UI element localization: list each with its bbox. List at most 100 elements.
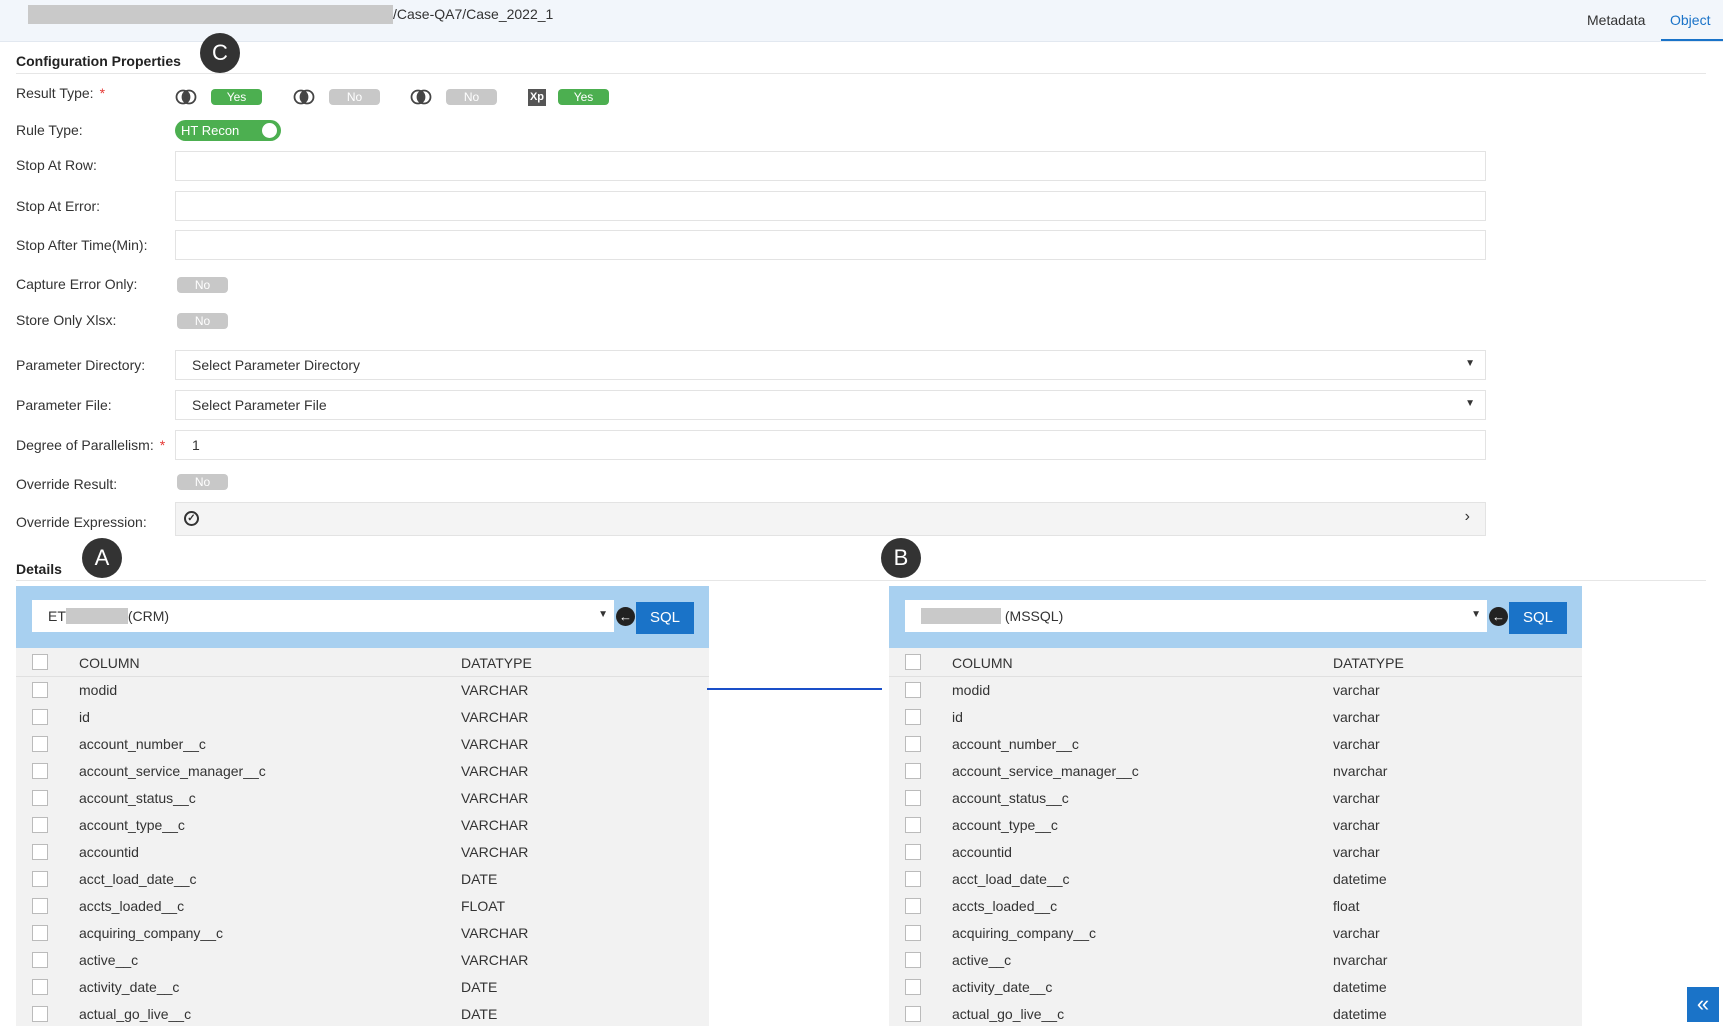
xp-icon[interactable]: Xp [528, 89, 546, 106]
datatype-cell: VARCHAR [461, 709, 529, 725]
row-checkbox[interactable] [905, 979, 921, 995]
result-type-toggle-2[interactable]: No [329, 89, 380, 105]
result-type-toggle-1[interactable]: Yes [211, 89, 262, 105]
chevron-right-icon[interactable]: › [1465, 508, 1470, 526]
source-select-right[interactable]: (MSSQL) ▼ [905, 600, 1487, 632]
table-row[interactable]: active__c VARCHAR [16, 947, 709, 974]
table-row[interactable]: activity_date__c datetime [889, 974, 1582, 1001]
table-row[interactable]: account_type__c VARCHAR [16, 812, 709, 839]
sql-button-left[interactable]: SQL [636, 602, 694, 634]
table-row[interactable]: accts_loaded__c float [889, 893, 1582, 920]
table-row[interactable]: modid varchar [889, 677, 1582, 704]
parameter-file-select[interactable]: Select Parameter File ▼ [175, 390, 1486, 420]
table-row[interactable]: modid VARCHAR [16, 677, 709, 704]
row-checkbox[interactable] [32, 790, 48, 806]
tab-metadata[interactable]: Metadata [1587, 12, 1645, 28]
row-checkbox[interactable] [32, 871, 48, 887]
overlap-circles-icon[interactable] [175, 89, 197, 105]
datatype-cell: VARCHAR [461, 952, 529, 968]
result-type-toggle-4[interactable]: Yes [558, 89, 609, 105]
row-checkbox[interactable] [32, 709, 48, 725]
row-checkbox[interactable] [905, 709, 921, 725]
arrow-left-circle-icon[interactable]: ← [616, 607, 635, 626]
source-select-left[interactable]: ET (CRM) ▼ [32, 600, 614, 632]
table-row[interactable]: active__c nvarchar [889, 947, 1582, 974]
table-row[interactable]: account_status__c VARCHAR [16, 785, 709, 812]
column-mapping-line[interactable] [707, 688, 882, 690]
table-row[interactable]: acct_load_date__c datetime [889, 866, 1582, 893]
stop-at-error-input[interactable] [175, 191, 1486, 221]
overlap-circles-icon[interactable] [410, 89, 432, 105]
column-name-cell: account_status__c [952, 790, 1069, 806]
table-row[interactable]: account_type__c varchar [889, 812, 1582, 839]
double-chevron-left-icon[interactable]: « [1687, 987, 1719, 1022]
row-checkbox[interactable] [32, 1006, 48, 1022]
capture-error-only-toggle[interactable]: No [177, 277, 228, 293]
datatype-cell: varchar [1333, 682, 1380, 698]
select-all-checkbox[interactable] [32, 654, 48, 670]
row-checkbox[interactable] [905, 790, 921, 806]
column-name-cell: account_status__c [79, 790, 196, 806]
rule-type-toggle[interactable]: HT Recon [175, 120, 281, 141]
table-row[interactable]: account_number__c varchar [889, 731, 1582, 758]
table-row[interactable]: account_number__c VARCHAR [16, 731, 709, 758]
tab-object[interactable]: Object [1670, 12, 1710, 28]
degree-of-parallelism-input[interactable]: 1 [175, 430, 1486, 460]
check-circle-icon[interactable]: ✓ [184, 511, 199, 526]
breadcrumb[interactable]: /Case-QA7/Case_2022_1 [393, 6, 553, 22]
override-result-toggle[interactable]: No [177, 474, 228, 490]
store-only-xlsx-toggle[interactable]: No [177, 313, 228, 329]
table-row[interactable]: account_status__c varchar [889, 785, 1582, 812]
datatype-cell: float [1333, 898, 1360, 914]
row-checkbox[interactable] [905, 844, 921, 860]
row-checkbox[interactable] [905, 817, 921, 833]
row-checkbox[interactable] [905, 763, 921, 779]
row-checkbox[interactable] [905, 1006, 921, 1022]
row-checkbox[interactable] [32, 682, 48, 698]
sql-button-right[interactable]: SQL [1509, 602, 1567, 634]
table-row[interactable]: actual_go_live__c DATE [16, 1001, 709, 1026]
stop-after-time-input[interactable] [175, 230, 1486, 260]
table-row[interactable]: accountid varchar [889, 839, 1582, 866]
marker-c: C [200, 33, 240, 73]
parameter-directory-select[interactable]: Select Parameter Directory ▼ [175, 350, 1486, 380]
row-checkbox[interactable] [32, 979, 48, 995]
result-type-toggle-3[interactable]: No [446, 89, 497, 105]
row-checkbox[interactable] [905, 925, 921, 941]
datatype-cell: datetime [1333, 1006, 1387, 1022]
row-checkbox[interactable] [32, 736, 48, 752]
stop-at-row-input[interactable] [175, 151, 1486, 181]
row-checkbox[interactable] [905, 736, 921, 752]
row-checkbox[interactable] [905, 682, 921, 698]
panel-header: (MSSQL) ▼ ← SQL [889, 586, 1582, 648]
row-checkbox[interactable] [32, 925, 48, 941]
table-row[interactable]: actual_go_live__c datetime [889, 1001, 1582, 1026]
row-checkbox[interactable] [32, 844, 48, 860]
table-row[interactable]: acct_load_date__c DATE [16, 866, 709, 893]
row-checkbox[interactable] [32, 817, 48, 833]
datatype-header: DATATYPE [1333, 655, 1404, 671]
select-all-checkbox[interactable] [905, 654, 921, 670]
table-row[interactable]: account_service_manager__c nvarchar [889, 758, 1582, 785]
overlap-circles-icon[interactable] [293, 89, 315, 105]
table-row[interactable]: id varchar [889, 704, 1582, 731]
table-row[interactable]: id VARCHAR [16, 704, 709, 731]
row-checkbox[interactable] [32, 763, 48, 779]
table-row[interactable]: activity_date__c DATE [16, 974, 709, 1001]
table-row[interactable]: acquiring_company__c varchar [889, 920, 1582, 947]
column-header: COLUMN [952, 655, 1013, 671]
row-checkbox[interactable] [32, 952, 48, 968]
table-row[interactable]: account_service_manager__c VARCHAR [16, 758, 709, 785]
row-checkbox[interactable] [32, 898, 48, 914]
row-checkbox[interactable] [905, 952, 921, 968]
table-row[interactable]: acquiring_company__c VARCHAR [16, 920, 709, 947]
arrow-left-circle-icon[interactable]: ← [1489, 607, 1508, 626]
row-checkbox[interactable] [905, 898, 921, 914]
column-name-cell: active__c [952, 952, 1012, 968]
row-checkbox[interactable] [905, 871, 921, 887]
table-row[interactable]: accts_loaded__c FLOAT [16, 893, 709, 920]
override-expression-field[interactable]: ✓ › [175, 502, 1486, 536]
datatype-cell: VARCHAR [461, 817, 529, 833]
table-row[interactable]: accountid VARCHAR [16, 839, 709, 866]
datatype-cell: DATE [461, 1006, 498, 1022]
